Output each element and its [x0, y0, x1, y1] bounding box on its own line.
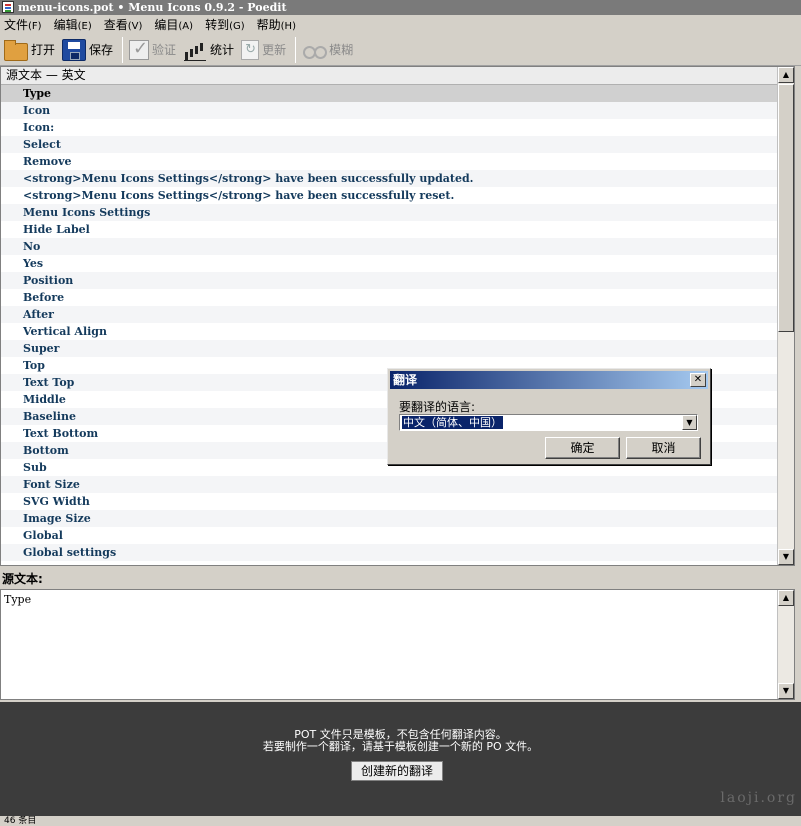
- close-icon[interactable]: ✕: [690, 373, 706, 387]
- scroll-thumb[interactable]: [778, 84, 794, 332]
- list-item[interactable]: Icon: [1, 102, 778, 119]
- list-scrollbar[interactable]: ▲ ▼: [777, 67, 794, 565]
- list-item[interactable]: Type: [1, 85, 778, 102]
- source-text-box[interactable]: Type ▲ ▼: [0, 589, 795, 700]
- save-button[interactable]: 保存: [60, 36, 118, 64]
- language-select-value: 中文（简体、中国）: [402, 416, 503, 429]
- menubar: 文件(F) 编辑(E) 查看(V) 编目(A) 转到(G) 帮助(H): [0, 15, 801, 34]
- checkmark-icon: [129, 38, 150, 60]
- menu-goto[interactable]: 转到(G): [205, 16, 245, 33]
- refresh-icon: [241, 39, 260, 60]
- menu-view[interactable]: 查看(V): [104, 16, 143, 33]
- save-button-label: 保存: [89, 43, 114, 57]
- open-button[interactable]: 打开: [2, 36, 60, 64]
- list-item[interactable]: SVG Width: [1, 493, 778, 510]
- menu-file[interactable]: 文件(F): [4, 16, 42, 33]
- list-item[interactable]: Global settings: [1, 544, 778, 561]
- fuzzy-button-label: 模糊: [329, 43, 354, 57]
- list-item[interactable]: Yes: [1, 255, 778, 272]
- language-label: 要翻译的语言:: [399, 400, 476, 414]
- validate-button-label: 验证: [152, 43, 177, 57]
- source-scrollbar[interactable]: ▲ ▼: [777, 590, 794, 699]
- list-item[interactable]: <strong>Menu Icons Settings</strong> hav…: [1, 170, 778, 187]
- status-text: 46 条目: [4, 816, 37, 826]
- list-item[interactable]: Remove: [1, 153, 778, 170]
- list-item[interactable]: <strong>Menu Icons Settings</strong> hav…: [1, 187, 778, 204]
- dialog-titlebar: 翻译 ✕: [390, 371, 708, 389]
- chevron-down-icon[interactable]: ▼: [682, 415, 697, 430]
- pot-notice-panel: POT 文件只是模板，不包含任何翻译内容。 若要制作一个翻译，请基于模板创建一个…: [0, 702, 801, 816]
- window-title: menu-icons.pot • Menu Icons 0.9.2 - Poed…: [18, 1, 287, 14]
- toolbar-separator: [122, 36, 124, 63]
- list-item[interactable]: Image Size: [1, 510, 778, 527]
- list-item[interactable]: After: [1, 306, 778, 323]
- bar-chart-icon: [183, 39, 207, 61]
- list-item[interactable]: Vertical Align: [1, 323, 778, 340]
- list-item[interactable]: Super: [1, 340, 778, 357]
- app-icon: [2, 1, 14, 13]
- validate-button[interactable]: 验证: [127, 36, 181, 64]
- stats-button-label: 统计: [210, 43, 235, 57]
- list-column-header[interactable]: 源文本 — 英文: [1, 67, 778, 85]
- list-item[interactable]: Font Size: [1, 476, 778, 493]
- list-body: Type Icon Icon: Select Remove <strong>Menu Ic…: [1, 85, 778, 565]
- stats-button[interactable]: 统计: [181, 36, 239, 64]
- scroll-up-icon[interactable]: ▲: [778, 67, 794, 83]
- source-text-value: Type: [4, 593, 32, 606]
- dialog-title: 翻译: [393, 373, 418, 387]
- list-item[interactable]: Icon:: [1, 119, 778, 136]
- cancel-button[interactable]: 取消: [626, 437, 701, 459]
- folder-icon: [4, 39, 28, 61]
- list-item[interactable]: Hide Label: [1, 221, 778, 238]
- watermark: laoji.org: [720, 790, 797, 806]
- language-select[interactable]: 中文（简体、中国） ▼: [399, 414, 698, 431]
- scroll-down-icon[interactable]: ▼: [778, 683, 794, 699]
- translate-dialog: 翻译 ✕ 要翻译的语言: 中文（简体、中国） ▼ 确定 取消: [387, 368, 711, 465]
- toolbar: 打开 保存 验证 统计 更新 模糊: [0, 34, 801, 66]
- menu-help[interactable]: 帮助(H): [257, 16, 296, 33]
- list-item[interactable]: No: [1, 238, 778, 255]
- ok-button[interactable]: 确定: [545, 437, 620, 459]
- notice-line-2: 若要制作一个翻译，请基于模板创建一个新的 PO 文件。: [262, 740, 539, 753]
- window-titlebar: menu-icons.pot • Menu Icons 0.9.2 - Poed…: [0, 0, 801, 15]
- update-button-label: 更新: [262, 43, 287, 57]
- fuzzy-button[interactable]: 模糊: [300, 36, 358, 64]
- string-list: 源文本 — 英文 Type Icon Icon: Select Remove <stron…: [0, 66, 795, 566]
- list-item[interactable]: Global: [1, 527, 778, 544]
- scroll-up-icon[interactable]: ▲: [778, 590, 794, 606]
- create-translation-button[interactable]: 创建新的翻译: [351, 761, 443, 781]
- menu-edit[interactable]: 编辑(E): [54, 16, 92, 33]
- glasses-icon: [302, 39, 328, 61]
- list-item[interactable]: Menu Icons Settings: [1, 204, 778, 221]
- toolbar-separator: [295, 36, 297, 63]
- floppy-icon: [62, 38, 87, 61]
- scroll-down-icon[interactable]: ▼: [778, 549, 794, 565]
- status-bar: 46 条目: [0, 816, 801, 826]
- source-text-label: 源文本:: [2, 572, 43, 586]
- update-button[interactable]: 更新: [239, 36, 291, 64]
- list-item[interactable]: Position: [1, 272, 778, 289]
- list-item[interactable]: Select: [1, 136, 778, 153]
- list-item[interactable]: Before: [1, 289, 778, 306]
- open-button-label: 打开: [31, 43, 56, 57]
- menu-catalog[interactable]: 编目(A): [154, 16, 193, 33]
